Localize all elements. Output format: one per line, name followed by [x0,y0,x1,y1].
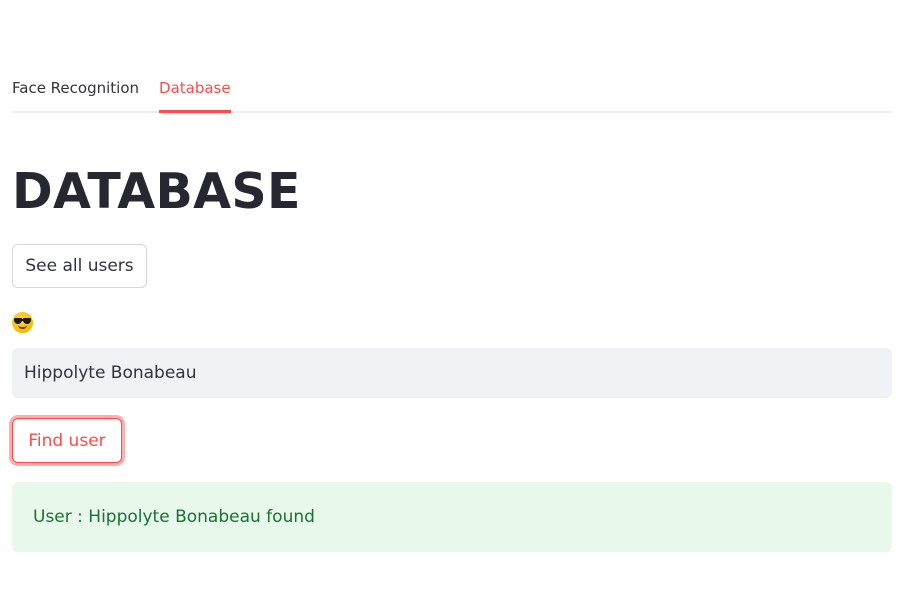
sunglasses-face-icon [12,312,34,334]
tab-bar: Face Recognition Database [12,66,892,113]
tab-label: Face Recognition [12,78,140,97]
find-user-button[interactable]: Find user [12,418,122,463]
user-name-input[interactable] [12,348,892,398]
page-title: DATABASE [12,163,301,220]
app-page: Face Recognition Database DATABASE See a… [0,0,904,598]
emoji-sunglasses [14,318,31,324]
see-all-users-button[interactable]: See all users [12,244,147,288]
tab-database[interactable]: Database [159,66,231,113]
success-message: User : Hippolyte Bonabeau found [33,507,315,527]
tab-face-recognition[interactable]: Face Recognition [12,66,139,111]
tab-label: Database [159,78,231,97]
success-alert: User : Hippolyte Bonabeau found [12,482,892,552]
